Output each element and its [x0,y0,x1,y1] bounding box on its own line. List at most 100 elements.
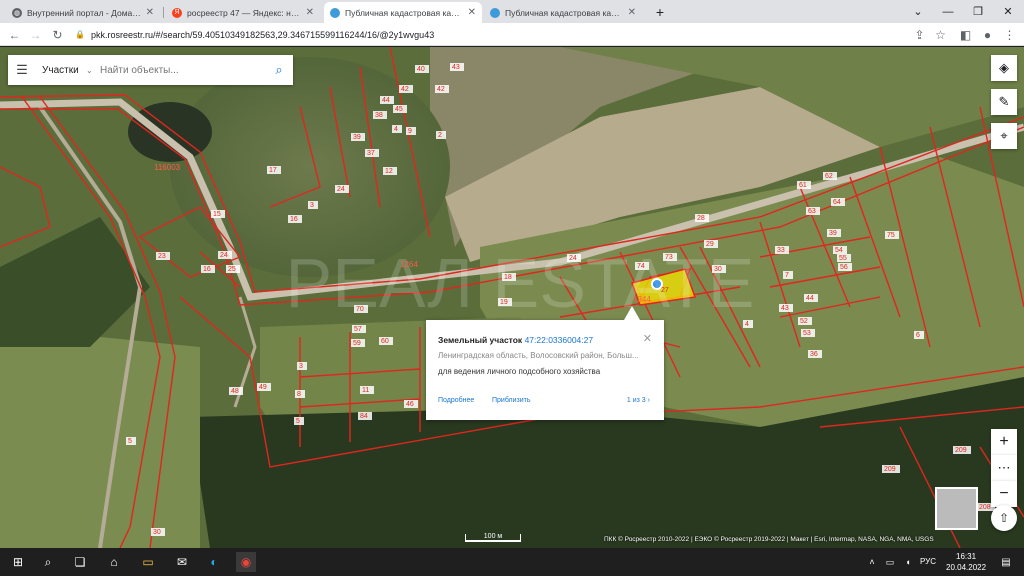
plot-number-label[interactable]: 25 [228,266,236,273]
close-tab-icon[interactable]: ✕ [628,7,636,18]
plot-number-label[interactable]: 38 [375,112,383,119]
close-tab-icon[interactable]: ✕ [306,7,314,18]
plot-number-label[interactable]: 4 [394,126,398,133]
browser-menu-icon[interactable]: ⋮ [1001,26,1018,43]
plot-number-label[interactable]: 29 [706,241,714,248]
plot-number-label[interactable]: 24 [337,186,345,193]
windows-start-icon[interactable]: ⊞ [8,552,28,572]
address-url[interactable]: pkk.rosreestr.ru/#/search/59.40510349182… [91,30,434,40]
language-indicator[interactable]: РУС [920,557,936,566]
tab-intranet[interactable]: ◍ Внутренний портал - Домашня ✕ [6,2,160,23]
edge-icon[interactable]: ◐ [204,552,224,572]
clock[interactable]: 16:31 20.04.2022 [946,551,986,573]
tray-up-icon[interactable]: ˄ [862,552,882,572]
plot-number-label[interactable]: 62 [825,173,833,180]
plot-number-label[interactable]: 11 [362,387,369,394]
plot-number-label[interactable]: 53 [803,330,811,337]
plot-number-label[interactable]: 73 [665,254,673,261]
plot-number-label[interactable]: 15 [213,211,221,218]
cadastral-map[interactable]: РЕАЛ ESTATE 62 61 63 64 75 39 33 54 55 56 7 44 43 52 5… [0,47,1024,548]
plot-number-label[interactable]: 209 [955,447,967,454]
zoom-in-button[interactable]: + [991,429,1017,455]
plot-number-label[interactable]: 17 [269,167,277,174]
layers-button[interactable]: ◈ [991,55,1017,81]
plot-number-label[interactable]: 24 [569,255,577,262]
plot-number-label[interactable]: 6 [916,332,920,339]
close-tab-icon[interactable]: ✕ [468,7,476,18]
plot-number-label[interactable]: 44 [382,97,390,104]
close-tab-icon[interactable]: ✕ [146,7,154,18]
plot-number-label[interactable]: 8 [297,391,301,398]
selected-plot-label[interactable]: 27 [661,287,669,294]
plot-number-label[interactable]: 40 [417,66,425,73]
plot-number-label[interactable]: 39 [353,134,361,141]
side-panel-icon[interactable]: ◧ [957,26,974,43]
close-window-button[interactable]: ✕ [993,0,1023,23]
plot-number-label[interactable]: 60 [381,338,389,345]
more-zoom-options-button[interactable]: ⋯ [991,455,1017,481]
network-icon[interactable]: ▭ [880,552,900,572]
plot-number-label[interactable]: 46 [406,401,414,408]
tab-pkk[interactable]: Публичная кадастровая карта ✕ [484,2,642,23]
address-bar[interactable]: 🔒 pkk.rosreestr.ru/#/search/59.405103491… [75,26,955,43]
maximize-button[interactable]: ❐ [963,0,993,23]
plot-number-label[interactable]: 44 [806,295,814,302]
plot-number-label[interactable]: 64 [833,199,841,206]
plot-number-label[interactable]: 23 [158,253,166,260]
task-view-icon[interactable]: ❏ [70,552,90,572]
basemap-switcher[interactable] [935,487,978,530]
store-icon[interactable]: ⌂ [104,552,124,572]
plot-number-label[interactable]: 209 [884,466,896,473]
plot-number-label[interactable]: 30 [714,266,722,273]
file-explorer-icon[interactable]: ▭ [138,552,158,572]
plot-number-label[interactable]: 5 [296,418,300,425]
plot-number-label[interactable]: 42 [437,86,445,93]
plot-number-label[interactable]: 56 [840,264,848,271]
bookmark-star-icon[interactable]: ☆ [932,26,949,43]
details-link[interactable]: Подробнее [438,397,474,404]
plot-number-label[interactable]: 52 [800,318,808,325]
reload-icon[interactable]: ↻ [49,26,66,43]
search-icon[interactable]: ⌕ [38,552,58,572]
plot-number-label[interactable]: 84 [360,413,368,420]
cadastral-number[interactable]: 47:22:0336004:27 [525,335,594,345]
mail-icon[interactable]: ✉ [172,552,192,572]
plot-number-label[interactable]: 18 [504,274,512,281]
chevron-right-icon[interactable]: › [648,397,650,404]
tab-yandex[interactable]: Я росреестр 47 — Яндекс: нашло ✕ [166,2,320,23]
minimize-button[interactable]: — [933,0,963,23]
plot-number-label[interactable]: 12 [385,168,393,175]
tab-pkk-active[interactable]: Публичная кадастровая карта ✕ [324,2,482,23]
plot-number-label[interactable]: 16 [203,266,211,273]
measure-button[interactable]: ✎ [991,89,1017,115]
notification-icon[interactable]: ▤ [996,552,1016,572]
plot-number-label[interactable]: 49 [259,384,267,391]
chrome-icon[interactable]: ◉ [236,552,256,572]
plot-number-label[interactable]: 19 [500,299,508,306]
plot-number-label[interactable]: 208 [979,504,991,511]
plot-number-label[interactable]: 4 [745,321,749,328]
plot-number-label[interactable]: 43 [452,64,460,71]
search-category-select[interactable]: Участки [36,65,86,76]
plot-number-label[interactable]: 42 [401,86,409,93]
chevron-down-icon[interactable]: ⌄ [86,66,100,75]
search-icon[interactable]: ⌕ [265,62,293,78]
plot-number-label[interactable]: 28 [697,215,705,222]
plot-number-label[interactable]: 7 [785,272,789,279]
plot-number-label[interactable]: 36 [810,351,818,358]
plot-number-label[interactable]: 37 [367,150,375,157]
search-input[interactable] [100,64,265,76]
tab-search-icon[interactable]: ⌄ [903,0,933,23]
volume-icon[interactable]: ◖ [898,552,918,572]
plot-number-label[interactable]: 2 [438,132,442,139]
plot-number-label[interactable]: 33 [777,247,785,254]
hamburger-menu-icon[interactable]: ☰ [8,62,36,78]
plot-number-label[interactable]: 3 [310,202,314,209]
plot-number-label[interactable]: 24 [220,252,228,259]
new-tab-button[interactable]: + [645,0,675,23]
zoom-link[interactable]: Приблизить [492,397,531,404]
plot-number-label[interactable]: 30 [153,529,161,536]
plot-number-label[interactable]: 55 [839,255,847,262]
plot-number-label[interactable]: 54 [835,247,843,254]
plot-number-label[interactable]: 3 [299,363,303,370]
